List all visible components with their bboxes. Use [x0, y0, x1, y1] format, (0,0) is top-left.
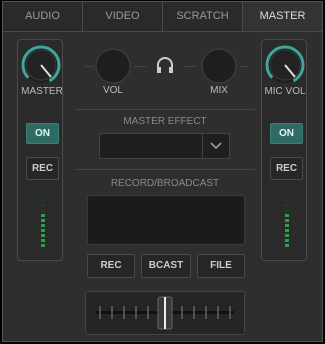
vol-label: VOL — [102, 85, 123, 96]
mix-left-tick — [184, 66, 196, 67]
master-panel: AUDIO VIDEO SCRATCH MASTER MASTER ON REC… — [2, 1, 323, 342]
vol-knob[interactable] — [94, 47, 132, 90]
tab-video[interactable]: VIDEO — [83, 2, 163, 31]
bcast-button[interactable]: BCAST — [141, 254, 191, 278]
mix-right-tick — [240, 66, 248, 67]
master-knob-label: MASTER — [21, 86, 63, 97]
mic-vol-knob[interactable] — [263, 43, 307, 92]
mic-rec-button[interactable]: REC — [270, 157, 303, 180]
master-on-button[interactable]: ON — [26, 123, 59, 144]
vol-right-tick — [134, 66, 146, 67]
mic-vol-label: MIC VOL — [264, 86, 306, 97]
master-effect-dropdown[interactable] — [99, 133, 230, 159]
rec-button[interactable]: REC — [87, 254, 135, 278]
file-button[interactable]: FILE — [197, 254, 245, 278]
tab-bar: AUDIO VIDEO SCRATCH MASTER — [3, 2, 322, 32]
mix-label: MIX — [210, 85, 228, 96]
master-effect-label: MASTER EFFECT — [123, 116, 207, 127]
crossfader[interactable] — [85, 291, 245, 335]
mix-knob[interactable] — [200, 47, 238, 90]
tab-audio[interactable]: AUDIO — [3, 2, 83, 31]
tab-scratch[interactable]: SCRATCH — [163, 2, 243, 31]
divider-top — [75, 109, 255, 110]
tab-master[interactable]: MASTER — [243, 2, 322, 31]
divider-middle — [75, 169, 255, 170]
chevron-down-icon[interactable] — [202, 134, 229, 158]
record-broadcast-label: RECORD/BROADCAST — [110, 178, 220, 189]
vol-left-tick — [85, 66, 93, 67]
mic-level-meter — [285, 199, 289, 249]
master-level-meter — [41, 199, 45, 249]
master-rec-button[interactable]: REC — [26, 157, 59, 180]
record-status-display — [87, 195, 245, 245]
master-knob[interactable] — [19, 43, 63, 92]
headphones-icon[interactable] — [154, 54, 176, 81]
mic-on-button[interactable]: ON — [270, 123, 303, 144]
crossfader-track — [96, 296, 234, 330]
